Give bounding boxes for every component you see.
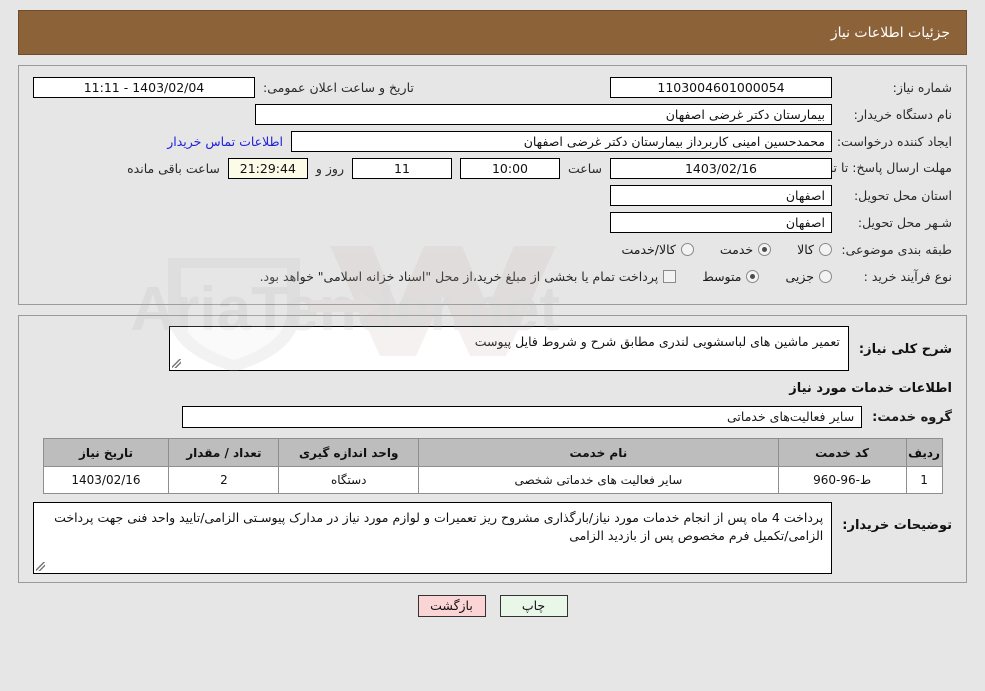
service-group-row: گروه خدمت: سایر فعالیت‌های خدماتی: [33, 406, 952, 428]
deadline-label: مهلت ارسال پاسخ: تا تاریخ:: [807, 160, 952, 175]
cell-qty: 2: [168, 466, 280, 494]
category-option-kala-khedmat[interactable]: کالا/خدمت: [621, 241, 694, 257]
row-category: طبقه بندی موضوعی: کالا خدمت کالا/خدمت: [33, 238, 952, 260]
deadline-date-field[interactable]: 1403/02/16: [610, 157, 832, 179]
category-option-label: کالا/خدمت: [621, 241, 676, 257]
back-button[interactable]: بازگشت: [417, 595, 486, 617]
row-creator: ایجاد کننده درخواست: محمدحسین امینی کارب…: [33, 130, 952, 152]
remaining-days-field: 11: [351, 157, 452, 179]
th-unit: واحد اندازه گیری: [278, 438, 420, 467]
buyer-org-label: نام دستگاه خریدار:: [853, 106, 952, 122]
row-buyer-org: نام دستگاه خریدار: بیمارستان دکتر غرضی ا…: [33, 103, 952, 125]
page-header: جزئیات اطلاعات نیاز: [18, 10, 967, 55]
need-summary-label: شرح کلی نیاز:: [858, 342, 952, 357]
announce-date-field[interactable]: 1403/02/04 - 11:11: [33, 76, 255, 98]
need-summary-row: شرح کلی نیاز: تعمیر ماشین های لباسشویی ل…: [33, 326, 952, 371]
row-process-type: نوع فرآیند خرید : جزیی متوسط پرداخت تمام…: [33, 265, 952, 287]
treasury-checkbox-label: پرداخت تمام یا بخشی از مبلغ خرید،از محل …: [259, 268, 659, 284]
service-group-field[interactable]: سایر فعالیت‌های خدماتی: [182, 406, 863, 428]
category-label: طبقه بندی موضوعی:: [841, 241, 952, 257]
radio-icon[interactable]: [680, 242, 694, 256]
hour-label: ساعت: [567, 160, 602, 176]
cell-date: 1403/02/16: [42, 466, 170, 494]
cell-name: سایر فعالیت های خدماتی شخصی: [418, 466, 779, 494]
deadline-hour-field[interactable]: 10:00: [459, 157, 560, 179]
need-info-panel: شماره نیاز: 1103004601000054 تاریخ و ساع…: [18, 65, 967, 305]
category-option-label: کالا: [797, 241, 814, 257]
page-root: جزئیات اطلاعات نیاز شماره نیاز: 11030046…: [0, 0, 985, 691]
need-number-label: شماره نیاز:: [892, 79, 952, 95]
services-section-title: اطلاعات خدمات مورد نیاز: [789, 381, 952, 396]
service-group-label: گروه خدمت:: [872, 409, 952, 425]
row-city: شـهر محل تحویل: اصفهان: [33, 211, 952, 233]
th-name: نام خدمت: [418, 438, 779, 467]
creator-label: ایجاد کننده درخواست:: [836, 133, 952, 149]
th-radif: ردیف: [905, 438, 943, 467]
cell-radif: 1: [905, 466, 943, 494]
city-label: شـهر محل تحویل:: [857, 214, 952, 230]
table-row: 1 ط-96-960 سایر فعالیت های خدماتی شخصی د…: [42, 466, 943, 494]
row-province: استان محل تحویل: اصفهان: [33, 184, 952, 206]
radio-icon[interactable]: [819, 269, 832, 283]
page-title: جزئیات اطلاعات نیاز: [830, 24, 950, 41]
cell-unit: دستگاه: [278, 466, 420, 494]
footer-button-bar: چاپ بازگشت: [18, 595, 967, 617]
buyer-org-field[interactable]: بیمارستان دکتر غرضی اصفهان: [255, 103, 832, 125]
buyer-contact-link[interactable]: اطلاعات تماس خریدار: [167, 134, 283, 149]
row-need-number: شماره نیاز: 1103004601000054 تاریخ و ساع…: [33, 76, 952, 98]
process-option-jozei[interactable]: جزیی: [785, 269, 832, 284]
city-field[interactable]: اصفهان: [610, 211, 832, 233]
province-field[interactable]: اصفهان: [610, 184, 832, 206]
announce-label: تاریخ و ساعت اعلان عمومی:: [263, 79, 414, 95]
category-option-kala[interactable]: کالا: [797, 242, 832, 257]
process-option-label: جزیی: [785, 268, 814, 284]
th-code: کد خدمت: [777, 438, 907, 467]
description-panel: شرح کلی نیاز: تعمیر ماشین های لباسشویی ل…: [18, 315, 967, 583]
radio-icon[interactable]: [819, 242, 832, 256]
services-table: ردیف کد خدمت نام خدمت واحد اندازه گیری ت…: [42, 438, 943, 494]
need-summary-textarea[interactable]: تعمیر ماشین های لباسشویی لندری مطابق شرح…: [168, 326, 849, 371]
radio-icon-selected[interactable]: [758, 242, 772, 256]
province-label: استان محل تحویل:: [853, 187, 952, 203]
category-radio-group: کالا خدمت کالا/خدمت: [621, 242, 832, 257]
process-radio-group: جزیی متوسط: [702, 269, 832, 284]
buyer-notes-textarea[interactable]: پرداخت 4 ماه پس از انجام خدمات مورد نیاز…: [33, 502, 833, 574]
th-qty: تعداد / مقدار: [168, 438, 280, 467]
countdown-label: ساعت باقی مانده: [127, 160, 220, 176]
treasury-checkbox-item[interactable]: پرداخت تمام یا بخشی از مبلغ خرید،از محل …: [260, 269, 677, 284]
process-option-motevaset[interactable]: متوسط: [702, 268, 760, 284]
process-option-label: متوسط: [702, 268, 742, 284]
print-button[interactable]: چاپ: [499, 595, 568, 617]
row-deadline: مهلت ارسال پاسخ: تا تاریخ: 1403/02/16 سا…: [33, 157, 952, 179]
countdown-timer: 21:29:44: [227, 157, 308, 179]
table-header-row: ردیف کد خدمت نام خدمت واحد اندازه گیری ت…: [42, 438, 943, 467]
radio-icon-selected[interactable]: [746, 269, 760, 283]
need-number-field[interactable]: 1103004601000054: [610, 76, 832, 98]
buyer-notes-row: توضیحات خریدار: پرداخت 4 ماه پس از انجام…: [33, 502, 952, 574]
checkbox-icon[interactable]: [663, 269, 677, 283]
category-option-khedmat[interactable]: خدمت: [719, 241, 772, 257]
process-label: نوع فرآیند خرید :: [863, 268, 952, 284]
cell-code: ط-96-960: [777, 466, 907, 494]
buyer-notes-label: توضیحات خریدار:: [842, 518, 952, 533]
category-option-label: خدمت: [719, 241, 754, 257]
th-date: تاریخ نیاز: [42, 438, 170, 467]
creator-field[interactable]: محمدحسین امینی کاربرداز بیمارستان دکتر غ…: [291, 130, 832, 152]
days-label: روز و: [315, 160, 344, 176]
